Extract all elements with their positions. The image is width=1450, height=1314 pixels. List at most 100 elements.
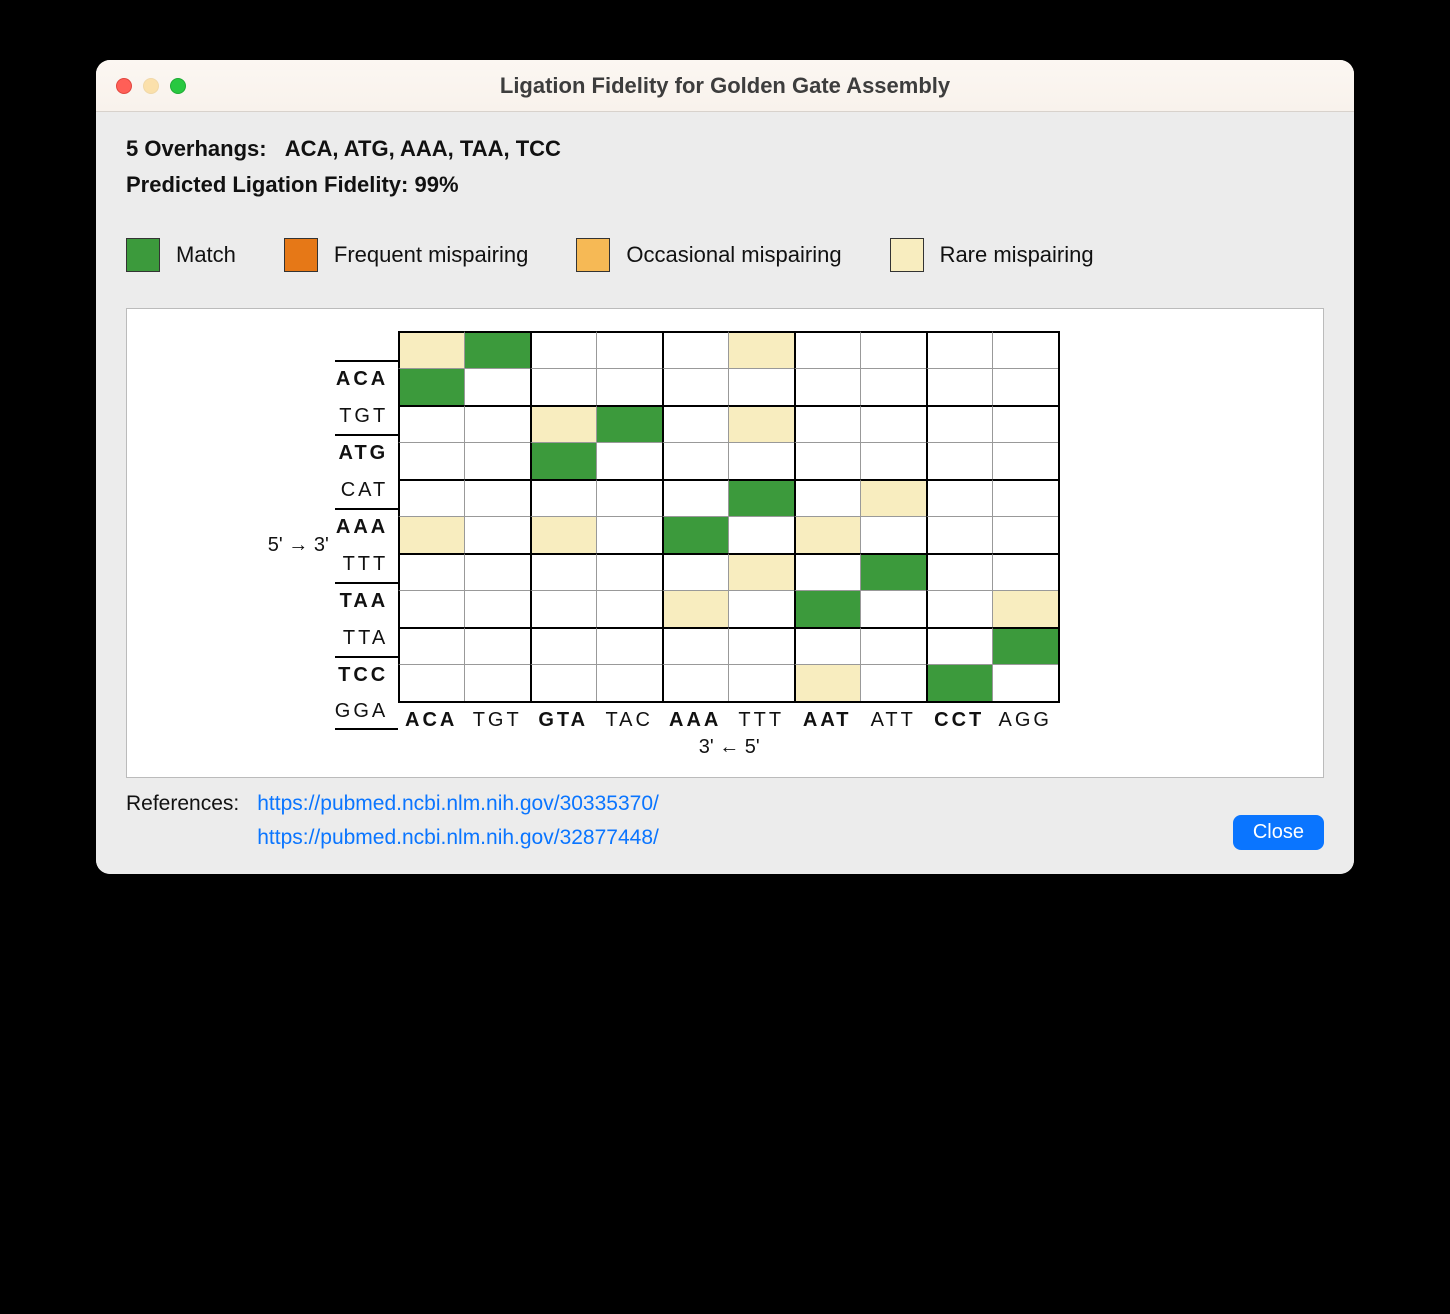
matrix-cell xyxy=(992,627,1058,664)
matrix-cell xyxy=(728,664,794,701)
column-header: TAC xyxy=(596,709,662,732)
matrix-cell xyxy=(530,479,596,516)
matrix-cell xyxy=(794,553,860,590)
overhangs-count-label: 5 Overhangs: xyxy=(126,136,267,161)
matrix-cell xyxy=(596,368,662,405)
row-header: TTA xyxy=(335,619,398,656)
legend-label-match: Match xyxy=(176,242,236,268)
reference-link[interactable]: https://pubmed.ncbi.nlm.nih.gov/30335370… xyxy=(257,792,659,816)
matrix-cell xyxy=(596,553,662,590)
row-header: CAT xyxy=(335,471,398,508)
close-window-icon[interactable] xyxy=(116,78,132,94)
matrix-cell xyxy=(926,516,992,553)
matrix-cell xyxy=(860,664,926,701)
matrix-cell xyxy=(926,405,992,442)
matrix-cell xyxy=(596,516,662,553)
titlebar: Ligation Fidelity for Golden Gate Assemb… xyxy=(96,60,1354,112)
legend-swatch-frequent xyxy=(284,238,318,272)
matrix-cell xyxy=(530,368,596,405)
dialog-window: Ligation Fidelity for Golden Gate Assemb… xyxy=(96,60,1354,874)
matrix-cell xyxy=(464,405,530,442)
matrix-cell xyxy=(860,627,926,664)
content-area: 5 Overhangs: ACA, ATG, AAA, TAA, TCC Pre… xyxy=(96,112,1354,874)
matrix-cell xyxy=(662,627,728,664)
matrix-cell xyxy=(794,590,860,627)
matrix-cell xyxy=(926,664,992,701)
row-header: TCC xyxy=(335,656,398,693)
matrix-cell xyxy=(860,479,926,516)
matrix-cell xyxy=(926,627,992,664)
matrix-cell xyxy=(464,442,530,479)
column-header: ACA xyxy=(398,709,464,732)
zoom-window-icon[interactable] xyxy=(170,78,186,94)
matrix-cell xyxy=(596,590,662,627)
matrix-cell xyxy=(794,627,860,664)
overhangs-summary: 5 Overhangs: ACA, ATG, AAA, TAA, TCC xyxy=(126,136,1324,162)
matrix-cell xyxy=(728,479,794,516)
matrix-cell xyxy=(662,442,728,479)
matrix-cell xyxy=(926,368,992,405)
matrix-cell xyxy=(530,405,596,442)
y-axis-label: 5' → 3' xyxy=(268,534,329,557)
matrix-cell xyxy=(860,553,926,590)
row-header: ATG xyxy=(335,434,398,471)
reference-link[interactable]: https://pubmed.ncbi.nlm.nih.gov/32877448… xyxy=(257,826,659,850)
overhangs-list: ACA, ATG, AAA, TAA, TCC xyxy=(285,136,561,161)
matrix-cell xyxy=(662,664,728,701)
matrix-cell xyxy=(728,627,794,664)
fidelity-matrix-panel: 5' → 3' ACATGTATGCATAAATTTTAATTATCCGGA A… xyxy=(126,308,1324,778)
matrix-cell xyxy=(926,553,992,590)
column-header: ATT xyxy=(860,709,926,732)
matrix-cell xyxy=(398,479,464,516)
matrix-cell xyxy=(794,479,860,516)
matrix-cell xyxy=(530,442,596,479)
references-section: References: https://pubmed.ncbi.nlm.nih.… xyxy=(126,792,1324,850)
matrix-cell xyxy=(728,553,794,590)
matrix-cell xyxy=(464,627,530,664)
matrix-cell xyxy=(992,553,1058,590)
column-header: CCT xyxy=(926,709,992,732)
matrix-cell xyxy=(992,516,1058,553)
column-header: GTA xyxy=(530,709,596,732)
matrix-cell xyxy=(728,442,794,479)
matrix-cell xyxy=(464,553,530,590)
matrix-cell xyxy=(992,664,1058,701)
row-header: TAA xyxy=(335,582,398,619)
matrix-cell xyxy=(530,516,596,553)
row-header: GGA xyxy=(335,693,398,730)
column-header: AAT xyxy=(794,709,860,732)
row-header: TTT xyxy=(335,545,398,582)
close-button[interactable]: Close xyxy=(1233,815,1324,850)
matrix-cell xyxy=(596,479,662,516)
matrix-cell xyxy=(398,405,464,442)
matrix-cell xyxy=(728,516,794,553)
matrix-cell xyxy=(860,590,926,627)
column-header: TGT xyxy=(464,709,530,732)
references-links: https://pubmed.ncbi.nlm.nih.gov/30335370… xyxy=(257,792,659,850)
matrix-cell xyxy=(464,590,530,627)
legend-label-occasional: Occasional mispairing xyxy=(626,242,841,268)
matrix-cell xyxy=(794,368,860,405)
fidelity-label: Predicted Ligation Fidelity: 99% xyxy=(126,172,1324,198)
column-header: TTT xyxy=(728,709,794,732)
matrix-cell xyxy=(530,590,596,627)
matrix-cell xyxy=(992,405,1058,442)
legend-label-frequent: Frequent mispairing xyxy=(334,242,528,268)
row-header: ACA xyxy=(335,360,398,397)
matrix-cell xyxy=(596,442,662,479)
matrix-cell xyxy=(464,368,530,405)
references-label: References: xyxy=(126,792,239,816)
column-header: AAA xyxy=(662,709,728,732)
matrix-cell xyxy=(992,442,1058,479)
matrix-cell xyxy=(464,516,530,553)
matrix-cell xyxy=(662,405,728,442)
matrix-cell xyxy=(662,553,728,590)
window-controls xyxy=(116,78,186,94)
matrix-cell xyxy=(464,664,530,701)
minimize-window-icon[interactable] xyxy=(143,78,159,94)
legend-swatch-occasional xyxy=(576,238,610,272)
matrix-cell xyxy=(530,331,596,368)
matrix-cell xyxy=(794,331,860,368)
fidelity-matrix-grid xyxy=(398,331,1060,703)
matrix-cell xyxy=(596,405,662,442)
